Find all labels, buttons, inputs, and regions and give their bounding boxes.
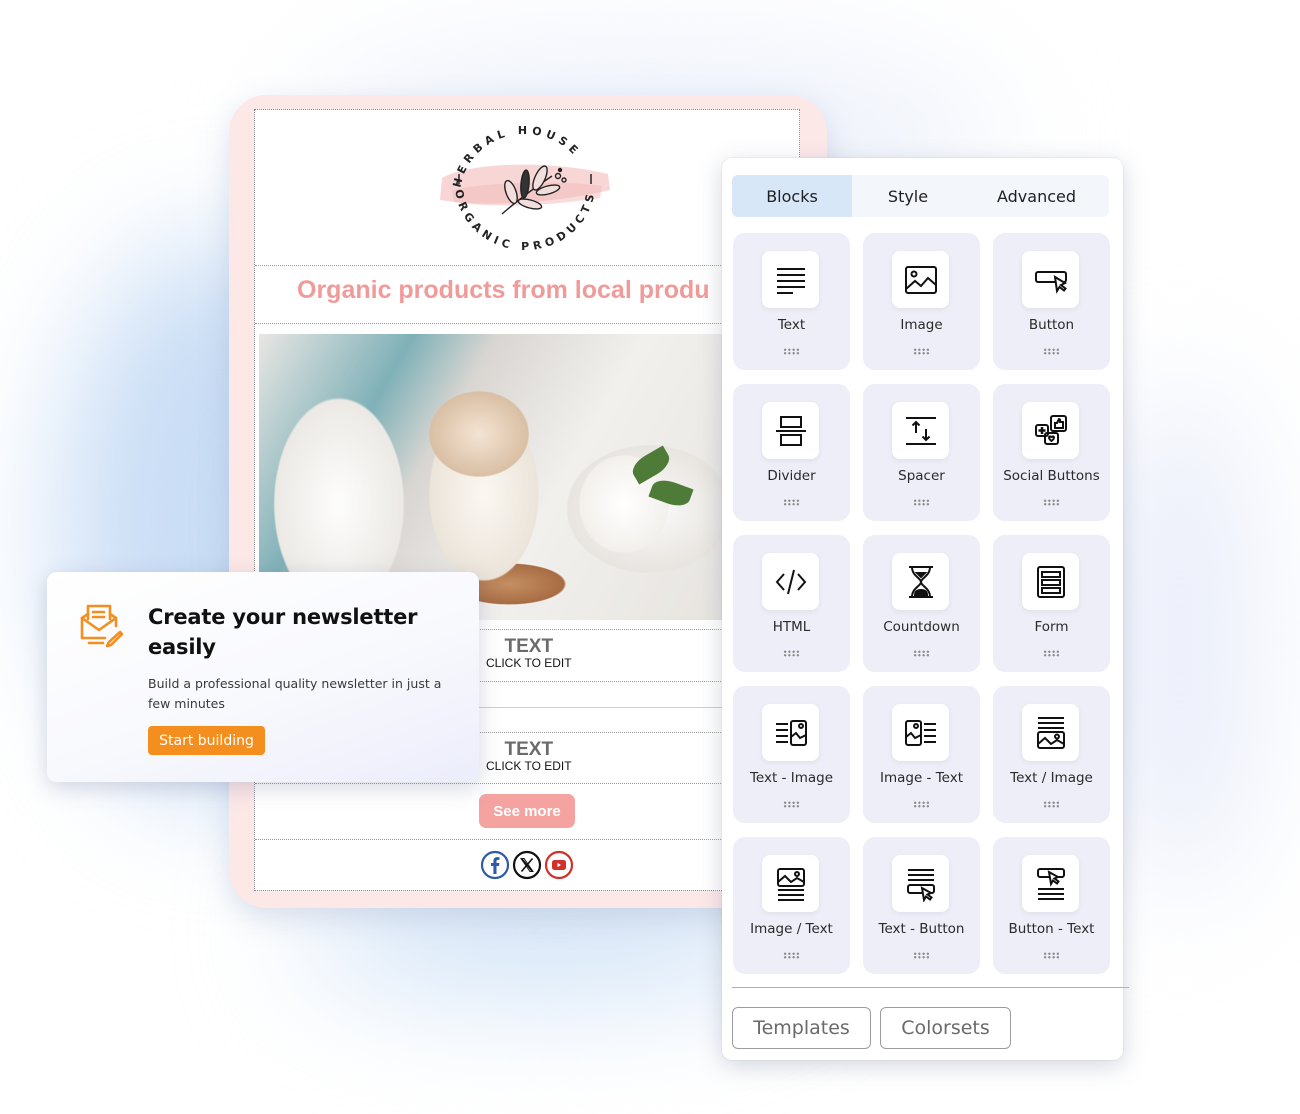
drag-handle-icon[interactable]	[913, 499, 930, 506]
drag-handle-icon[interactable]	[783, 348, 800, 355]
newsletter-envelope-icon	[80, 604, 124, 648]
social-buttons-icon	[1034, 414, 1067, 445]
promo-title: Create your newsletter easily	[148, 605, 418, 659]
background-glow	[1100, 380, 1260, 900]
block-spacer[interactable]: Spacer	[863, 384, 980, 521]
block-text-button[interactable]: Text - Button	[863, 837, 980, 974]
text-icon	[776, 267, 805, 294]
promo-card: Create your newsletter easily Build a pr…	[47, 572, 479, 782]
spacer-icon	[905, 416, 936, 445]
code-icon	[775, 569, 806, 594]
drag-handle-icon[interactable]	[783, 952, 800, 959]
basil-leaf	[648, 475, 694, 511]
promo-description: Build a professional quality newsletter …	[148, 676, 442, 711]
text-button-icon	[906, 868, 935, 902]
templates-button[interactable]: Templates	[732, 1007, 871, 1049]
block-label: Countdown	[883, 619, 960, 635]
button-text-icon	[1036, 867, 1065, 900]
text-block-subtitle: CLICK TO EDIT	[486, 759, 572, 773]
block-label: Text - Button	[878, 921, 965, 937]
youtube-icon[interactable]	[544, 850, 574, 880]
hourglass-icon	[908, 565, 933, 598]
block-label: Image / Text	[750, 921, 833, 937]
block-form[interactable]: Form	[993, 535, 1110, 672]
block-text[interactable]: Text	[733, 233, 850, 370]
tab-advanced[interactable]: Advanced	[964, 175, 1109, 217]
logo-row[interactable]: HERBAL HOUSE ORGANIC PRODUCTS	[255, 110, 799, 266]
see-more-button[interactable]: See more	[479, 794, 575, 828]
x-icon[interactable]	[512, 850, 542, 880]
text-block-subtitle: CLICK TO EDIT	[486, 656, 572, 670]
drag-handle-icon[interactable]	[1043, 499, 1060, 506]
block-label: Image - Text	[879, 770, 964, 786]
block-text-image[interactable]: Text - Image	[733, 686, 850, 823]
colorsets-button[interactable]: Colorsets	[880, 1007, 1011, 1049]
block-button-text[interactable]: Button - Text	[993, 837, 1110, 974]
text-block-title: TEXT	[504, 739, 554, 760]
button-row[interactable]: See more	[255, 784, 799, 840]
drag-handle-icon[interactable]	[913, 650, 930, 657]
block-label: Button - Text	[1008, 921, 1095, 937]
social-icons	[480, 850, 574, 880]
block-label: Text - Image	[749, 770, 834, 786]
drag-handle-icon[interactable]	[1043, 952, 1060, 959]
email-heading[interactable]: Organic products from local produ	[297, 276, 710, 305]
text-block[interactable]: TEXT CLICK TO EDIT	[486, 636, 572, 670]
tab-style[interactable]: Style	[852, 175, 964, 217]
image-text-icon	[904, 719, 936, 746]
block-image[interactable]: Image	[863, 233, 980, 370]
block-label: Image	[900, 317, 943, 333]
text-block[interactable]: TEXT CLICK TO EDIT	[486, 739, 572, 773]
start-building-button[interactable]: Start building	[148, 726, 265, 755]
block-label: Text / Image	[1010, 770, 1093, 786]
text-over-image-icon	[1036, 716, 1065, 749]
block-button[interactable]: Button	[993, 233, 1110, 370]
drag-handle-icon[interactable]	[1043, 348, 1060, 355]
drag-handle-icon[interactable]	[1043, 650, 1060, 657]
blocks-grid: Text Image Button Divider Spacer Social …	[733, 233, 1110, 974]
block-label: Social Buttons	[1003, 468, 1100, 484]
block-social-buttons[interactable]: Social Buttons	[993, 384, 1110, 521]
block-label: Spacer	[898, 468, 945, 484]
block-label: Divider	[767, 468, 816, 484]
tab-blocks[interactable]: Blocks	[732, 175, 852, 217]
social-row[interactable]	[255, 840, 799, 890]
panel-divider	[732, 987, 1129, 988]
block-label: Form	[1034, 619, 1069, 635]
block-divider[interactable]: Divider	[733, 384, 850, 521]
block-countdown[interactable]: Countdown	[863, 535, 980, 672]
herbal-house-logo: HERBAL HOUSE ORGANIC PRODUCTS	[440, 124, 610, 253]
image-icon	[904, 265, 937, 294]
block-label: Button	[1028, 317, 1075, 333]
block-html[interactable]: HTML	[733, 535, 850, 672]
facebook-icon[interactable]	[480, 850, 510, 880]
drag-handle-icon[interactable]	[783, 801, 800, 808]
drag-handle-icon[interactable]	[913, 952, 930, 959]
divider-icon	[775, 415, 806, 446]
heading-row[interactable]: Organic products from local produ	[255, 266, 799, 324]
panel-tabs: Blocks Style Advanced	[732, 175, 1109, 217]
block-text-over-image[interactable]: Text / Image	[993, 686, 1110, 823]
form-icon	[1036, 565, 1065, 598]
image-over-text-icon	[776, 867, 805, 901]
basil-leaf	[628, 445, 674, 485]
text-image-icon	[775, 719, 807, 746]
drag-handle-icon[interactable]	[1043, 801, 1060, 808]
drag-handle-icon[interactable]	[913, 348, 930, 355]
text-block-title: TEXT	[504, 636, 554, 657]
button-icon	[1034, 270, 1067, 294]
block-label: HTML	[772, 619, 811, 635]
drag-handle-icon[interactable]	[783, 499, 800, 506]
block-image-over-text[interactable]: Image / Text	[733, 837, 850, 974]
block-label: Text	[777, 317, 806, 333]
drag-handle-icon[interactable]	[913, 801, 930, 808]
block-image-text[interactable]: Image - Text	[863, 686, 980, 823]
drag-handle-icon[interactable]	[783, 650, 800, 657]
editor-panel: Blocks Style Advanced Text Image Button	[722, 158, 1129, 1060]
